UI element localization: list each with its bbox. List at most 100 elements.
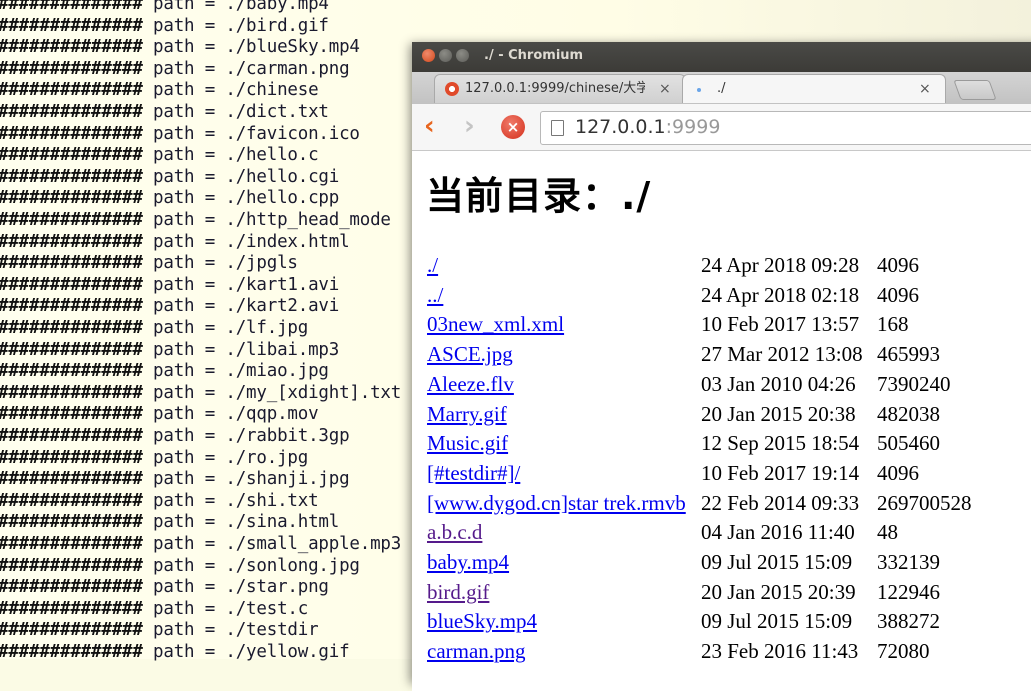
file-size: 72080: [877, 639, 930, 664]
terminal-hash-marker: ##############: [0, 642, 143, 662]
terminal-path-text: path = ./bird.gif: [142, 15, 329, 36]
file-link[interactable]: Marry.gif: [427, 400, 507, 429]
terminal-hash-marker: ##############: [0, 58, 143, 79]
tab-close-icon[interactable]: ×: [659, 75, 671, 103]
file-link[interactable]: Aleeze.flv: [427, 370, 514, 399]
terminal-line: ############## path = ./hello.cgi: [0, 166, 339, 188]
file-link[interactable]: a.b.c.d: [427, 518, 482, 547]
file-date: 09 Jul 2015 15:09: [701, 609, 853, 634]
file-date: 09 Jul 2015 15:09: [701, 550, 853, 574]
terminal-hash-marker: ##############: [0, 0, 143, 14]
terminal-hash-marker: ##############: [0, 598, 143, 619]
terminal-path-text: path = ./my_[xdight].txt: [142, 382, 402, 403]
terminal-hash-marker: ##############: [0, 80, 143, 101]
terminal-line: ############## path = ./sina.html: [0, 511, 339, 533]
window-minimize-button[interactable]: [439, 49, 452, 62]
terminal-hash-marker: ##############: [0, 534, 143, 554]
tab-chinese[interactable]: 127.0.0.1:9999/chinese/大学 ×: [434, 74, 686, 103]
terminal-path-text: path = ./shanji.jpg: [142, 469, 350, 490]
file-date: 04 Jan 2016 11:40: [701, 520, 855, 545]
terminal-line: ############## path = ./hello.cpp: [0, 187, 339, 209]
terminal-path-text: path = ./carman.png: [142, 58, 350, 79]
file-size: 7390240: [877, 371, 951, 396]
terminal-line: ############## path = ./hello.c: [0, 144, 319, 166]
terminal-path-text: path = ./rabbit.3gp: [142, 426, 350, 446]
terminal-line: ############## path = ./favicon.ico: [0, 123, 360, 145]
window-close-button[interactable]: [422, 49, 435, 62]
file-size: 505460: [877, 431, 940, 456]
address-bar[interactable]: 127.0.0.1:9999: [540, 111, 1031, 145]
terminal-line: ############## path = ./carman.png: [0, 58, 350, 80]
page-content: 当前目录：./ ./ 24 Apr 2018 09:28 4096 ../ 24 Apr…: [412, 151, 1031, 691]
terminal-hash-marker: ##############: [0, 555, 143, 576]
window-maximize-button[interactable]: [456, 49, 469, 62]
terminal-path-text: path = ./chinese: [142, 80, 319, 101]
back-arrow-icon[interactable]: ‹: [424, 113, 435, 139]
terminal-line: ############## path = ./shi.txt: [0, 490, 319, 512]
file-link[interactable]: [#testdir#]/: [427, 459, 520, 488]
terminal-path-text: path = ./blueSky.mp4: [142, 37, 360, 58]
file-date: 03 Jan 2010 04:26: [701, 371, 856, 396]
file-link[interactable]: 03new_xml.xml: [427, 310, 564, 339]
file-size: 48: [877, 520, 898, 545]
tab-label: 127.0.0.1:9999/chinese/大学: [465, 81, 645, 96]
terminal-path-text: path = ./dict.txt: [142, 102, 329, 122]
terminal-line: ############## path = ./index.html: [0, 231, 350, 253]
file-link[interactable]: ./: [427, 251, 438, 280]
terminal-line: ############## path = ./sonlong.jpg: [0, 555, 360, 577]
terminal-line: ############## path = ./kart2.avi: [0, 295, 339, 317]
terminal-path-text: path = ./hello.c: [142, 145, 319, 166]
terminal-path-text: path = ./yellow.gif: [142, 642, 350, 662]
terminal-hash-marker: ##############: [0, 490, 143, 511]
loading-icon: [697, 88, 701, 92]
terminal-hash-marker: ##############: [0, 37, 143, 58]
file-link[interactable]: [www.dygod.cn]star trek.rmvb: [427, 489, 686, 518]
page-icon: [551, 120, 564, 136]
file-link[interactable]: Music.gif: [427, 429, 508, 458]
terminal-hash-marker: ##############: [0, 339, 143, 360]
file-link[interactable]: bird.gif: [427, 578, 489, 607]
file-link[interactable]: ASCE.jpg: [427, 340, 513, 369]
terminal-line: ############## path = ./small_apple.mp3: [0, 533, 401, 555]
tab-current-directory[interactable]: ./ ×: [682, 74, 946, 103]
file-size: 4096: [877, 282, 919, 307]
url-text[interactable]: 127.0.0.1:9999: [575, 116, 720, 138]
url-host: 127.0.0.1: [575, 116, 666, 138]
file-link[interactable]: baby.mp4: [427, 548, 509, 577]
file-date: 22 Feb 2014 09:33: [701, 490, 860, 515]
terminal-path-text: path = ./sina.html: [142, 512, 340, 533]
file-link[interactable]: carman.png: [427, 637, 526, 666]
terminal-path-text: path = ./test.c: [142, 598, 309, 619]
terminal-hash-marker: ##############: [0, 361, 143, 382]
new-tab-button[interactable]: [953, 80, 997, 100]
file-link[interactable]: ../: [427, 281, 443, 310]
file-date: 10 Feb 2017 19:14: [701, 460, 860, 485]
terminal-line: ############## path = ./test.c: [0, 598, 308, 620]
terminal-path-text: path = ./sonlong.jpg: [142, 555, 360, 576]
terminal-line: ############## path = ./chinese: [0, 79, 319, 101]
terminal-hash-marker: ##############: [0, 231, 143, 252]
forward-arrow-icon[interactable]: ›: [464, 113, 475, 139]
file-size: 4096: [877, 460, 919, 485]
terminal-line: ############## path = ./my_[xdight].txt: [0, 382, 401, 404]
terminal-hash-marker: ##############: [0, 404, 143, 425]
site-favicon-icon: [445, 82, 459, 96]
terminal-hash-marker: ##############: [0, 577, 143, 598]
terminal-hash-marker: ##############: [0, 620, 143, 641]
tab-strip: 127.0.0.1:9999/chinese/大学 × ./ ×: [412, 72, 1031, 104]
terminal-path-text: path = ./lf.jpg: [142, 318, 309, 338]
title-bar[interactable]: ./ - Chromium: [412, 42, 1031, 72]
terminal-hash-marker: ##############: [0, 102, 143, 122]
stop-loading-icon[interactable]: ×: [501, 115, 525, 139]
file-date: 20 Jan 2015 20:38: [701, 401, 856, 426]
file-link[interactable]: blueSky.mp4: [427, 607, 537, 636]
terminal-path-text: path = ./kart1.avi: [142, 274, 340, 295]
tab-close-icon[interactable]: ×: [919, 75, 931, 103]
terminal-line: ############## path = ./ro.jpg: [0, 447, 308, 469]
file-date: 23 Feb 2016 11:43: [701, 639, 859, 664]
terminal-hash-marker: ##############: [0, 274, 143, 295]
terminal-path-text: path = ./ro.jpg: [142, 447, 309, 468]
terminal-path-text: path = ./star.png: [142, 577, 329, 598]
terminal-line: ############## path = ./baby.mp4: [0, 0, 329, 15]
file-size: 168: [877, 312, 909, 337]
